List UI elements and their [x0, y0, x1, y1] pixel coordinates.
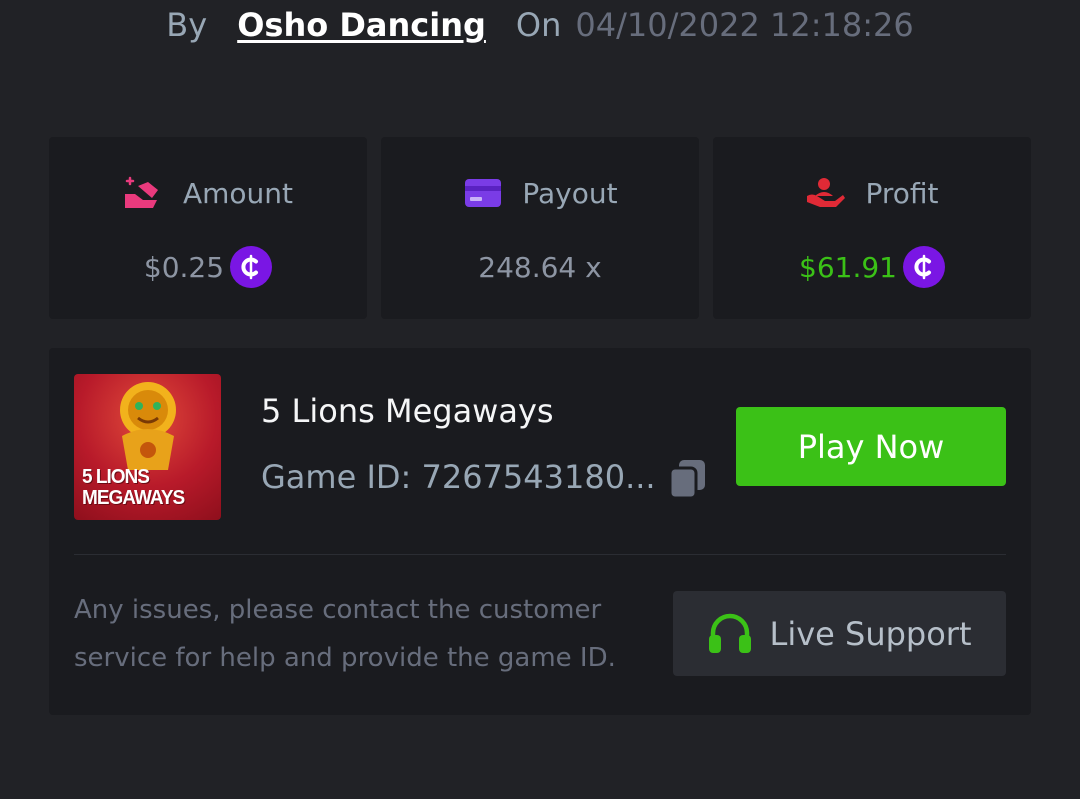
profit-value: $61.91	[799, 250, 897, 284]
amount-header: Amount	[49, 175, 367, 211]
coin-icon	[230, 246, 273, 288]
payout-value-row: 248.64 x	[381, 245, 699, 289]
copy-icon[interactable]	[667, 458, 709, 500]
play-now-button[interactable]: Play Now	[736, 407, 1006, 486]
by-label: By	[166, 6, 208, 44]
profit-value-row: $61.91	[713, 245, 1031, 289]
game-panel: 5 LIONS MEGAWAYS 5 Lions Megaways Game I…	[49, 348, 1031, 715]
amount-value-row: $0.25	[49, 245, 367, 289]
live-support-label: Live Support	[769, 614, 972, 653]
profit-card: Profit $61.91	[713, 137, 1031, 319]
user-name-link[interactable]: Osho Dancing	[237, 6, 486, 44]
headset-icon	[707, 611, 753, 657]
profit-label: Profit	[865, 176, 939, 210]
bet-timestamp: 04/10/2022 12:18:26	[575, 6, 914, 44]
payout-label: Payout	[522, 176, 618, 210]
amount-label: Amount	[182, 176, 294, 210]
amount-value: $0.25	[143, 250, 225, 284]
game-id: Game ID: 7267543180...	[261, 458, 656, 496]
game-thumbnail[interactable]: 5 LIONS MEGAWAYS	[74, 374, 221, 520]
coin-icon	[902, 246, 945, 288]
bet-meta-line: By Osho Dancing On 04/10/2022 12:18:26	[0, 0, 1080, 50]
profit-hand-icon	[805, 175, 847, 211]
thumbnail-logo-line1: 5 LIONS	[82, 465, 150, 488]
card-icon	[462, 175, 504, 211]
panel-divider	[74, 554, 1006, 555]
thumbnail-logo-line2: MEGAWAYS	[82, 486, 185, 509]
gem-hand-icon	[123, 175, 165, 211]
game-title: 5 Lions Megaways	[261, 392, 554, 430]
support-notice: Any issues, please contact the customer …	[74, 595, 616, 673]
amount-card: Amount $0.25	[49, 137, 367, 319]
payout-value: 248.64 x	[478, 250, 602, 284]
live-support-button[interactable]: Live Support	[673, 591, 1006, 676]
lion-illustration	[120, 382, 176, 470]
bet-detail-page: By Osho Dancing On 04/10/2022 12:18:26 A…	[0, 0, 1080, 799]
profit-header: Profit	[713, 175, 1031, 211]
on-label: On	[515, 6, 562, 44]
payout-header: Payout	[381, 175, 699, 211]
payout-card: Payout 248.64 x	[381, 137, 699, 319]
thumbnail-logo: 5 LIONS MEGAWAYS	[82, 465, 185, 509]
